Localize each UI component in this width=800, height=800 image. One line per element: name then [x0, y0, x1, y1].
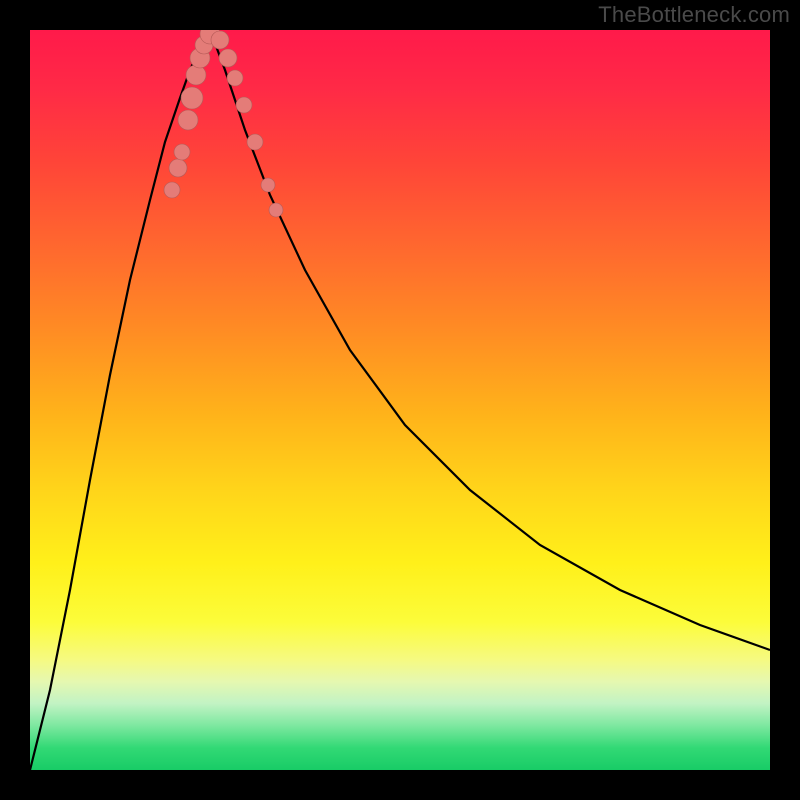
data-marker	[178, 110, 198, 130]
curve-layer	[30, 30, 770, 770]
data-marker	[164, 182, 180, 198]
data-marker	[269, 203, 283, 217]
data-marker	[261, 178, 275, 192]
data-marker	[219, 49, 237, 67]
data-marker	[236, 97, 252, 113]
data-marker	[247, 134, 263, 150]
data-marker	[211, 31, 229, 49]
data-marker	[169, 159, 187, 177]
right-branch-curve	[210, 30, 770, 650]
chart-frame: TheBottleneck.com	[0, 0, 800, 800]
data-marker	[181, 87, 203, 109]
left-branch-curve	[30, 30, 210, 770]
data-marker	[174, 144, 190, 160]
watermark-text: TheBottleneck.com	[598, 2, 790, 28]
data-marker	[227, 70, 243, 86]
data-marker	[186, 65, 206, 85]
data-markers	[164, 30, 283, 217]
plot-area	[30, 30, 770, 770]
